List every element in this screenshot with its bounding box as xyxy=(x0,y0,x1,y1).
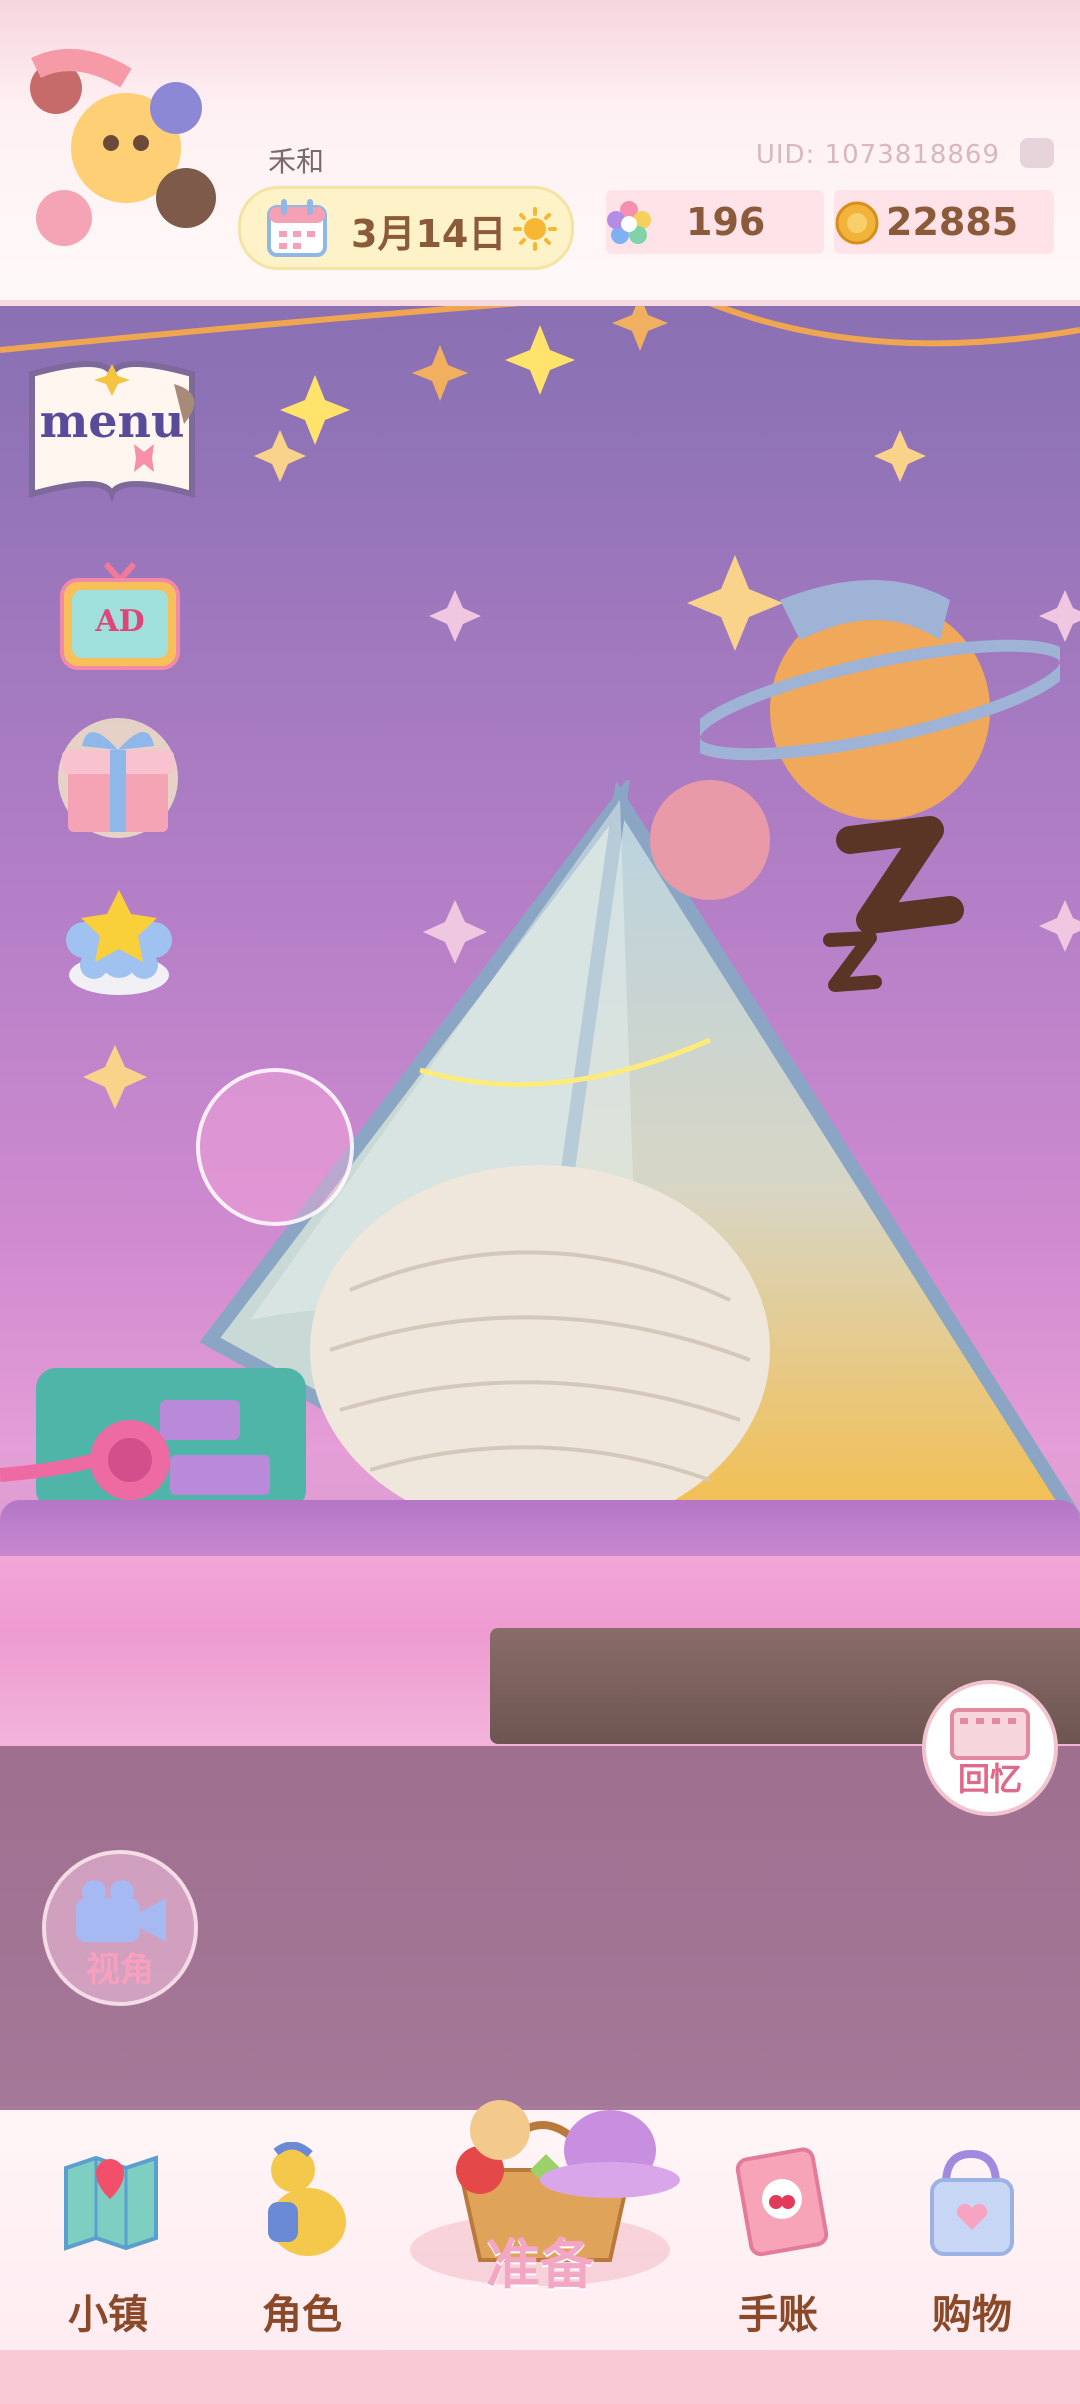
ad-label: AD xyxy=(95,604,145,639)
video-camera-icon xyxy=(76,1880,166,1942)
flower-pot-button[interactable] xyxy=(54,880,184,1000)
nav-character-label: 角色 xyxy=(262,2291,342,2338)
floor-edge xyxy=(0,1500,1080,1560)
ad-button[interactable]: AD xyxy=(58,558,182,672)
player-name: 禾和 xyxy=(268,145,325,178)
star-flower-pot-icon xyxy=(66,890,172,995)
top-header: 禾和 3月14日 UID: 1073818869 196 22885 xyxy=(0,0,1080,306)
nav-town[interactable]: 小镇 xyxy=(28,2130,188,2340)
nav-town-label: 小镇 xyxy=(68,2291,148,2338)
journal-icon xyxy=(735,2147,829,2257)
menu-button[interactable]: menu xyxy=(24,354,200,506)
uid-text: UID: 1073818869 xyxy=(755,140,1000,170)
character-icon xyxy=(268,2142,346,2256)
coins-counter[interactable]: 22885 xyxy=(834,190,1054,254)
camera-view-label: 视角 xyxy=(86,1950,154,1990)
shopping-bag-icon xyxy=(930,2149,1014,2256)
coins-value: 22885 xyxy=(886,200,1019,244)
sun-weather-icon xyxy=(513,207,557,251)
gift-button[interactable] xyxy=(48,716,188,840)
gems-value: 196 xyxy=(686,200,766,244)
bottom-strip xyxy=(0,2350,1080,2404)
map-icon xyxy=(64,2155,158,2251)
nav-journal[interactable]: 手账 xyxy=(698,2130,858,2340)
nav-shop-label: 购物 xyxy=(932,2291,1012,2338)
gold-coin-icon xyxy=(835,201,879,245)
memories-label: 回忆 xyxy=(957,1760,1022,1798)
menu-label: menu xyxy=(39,394,185,448)
date-display[interactable]: 3月14日 xyxy=(238,186,574,270)
player-avatar[interactable] xyxy=(16,48,226,248)
gift-box-icon xyxy=(58,718,178,838)
sleeping-bunny xyxy=(310,1165,770,1530)
nav-shop[interactable]: 购物 xyxy=(892,2130,1052,2340)
camera-view-button[interactable]: 视角 xyxy=(42,1850,198,2006)
gems-counter[interactable]: 196 xyxy=(606,190,824,254)
avatar-icon xyxy=(30,49,216,246)
radio-speaker xyxy=(0,1368,306,1510)
calendar-icon xyxy=(267,199,327,257)
memories-button[interactable]: 回忆 xyxy=(922,1680,1058,1816)
date-text: 3月14日 xyxy=(351,212,507,256)
rainbow-gem-icon xyxy=(607,201,651,244)
nav-character[interactable]: 角色 xyxy=(222,2130,382,2340)
header-scallop-edge xyxy=(0,282,1080,304)
nav-prepare-label: 准备 xyxy=(486,2232,594,2296)
interaction-marker[interactable] xyxy=(196,1068,354,1226)
copy-icon[interactable] xyxy=(1020,138,1054,168)
nav-journal-label: 手账 xyxy=(738,2291,818,2338)
